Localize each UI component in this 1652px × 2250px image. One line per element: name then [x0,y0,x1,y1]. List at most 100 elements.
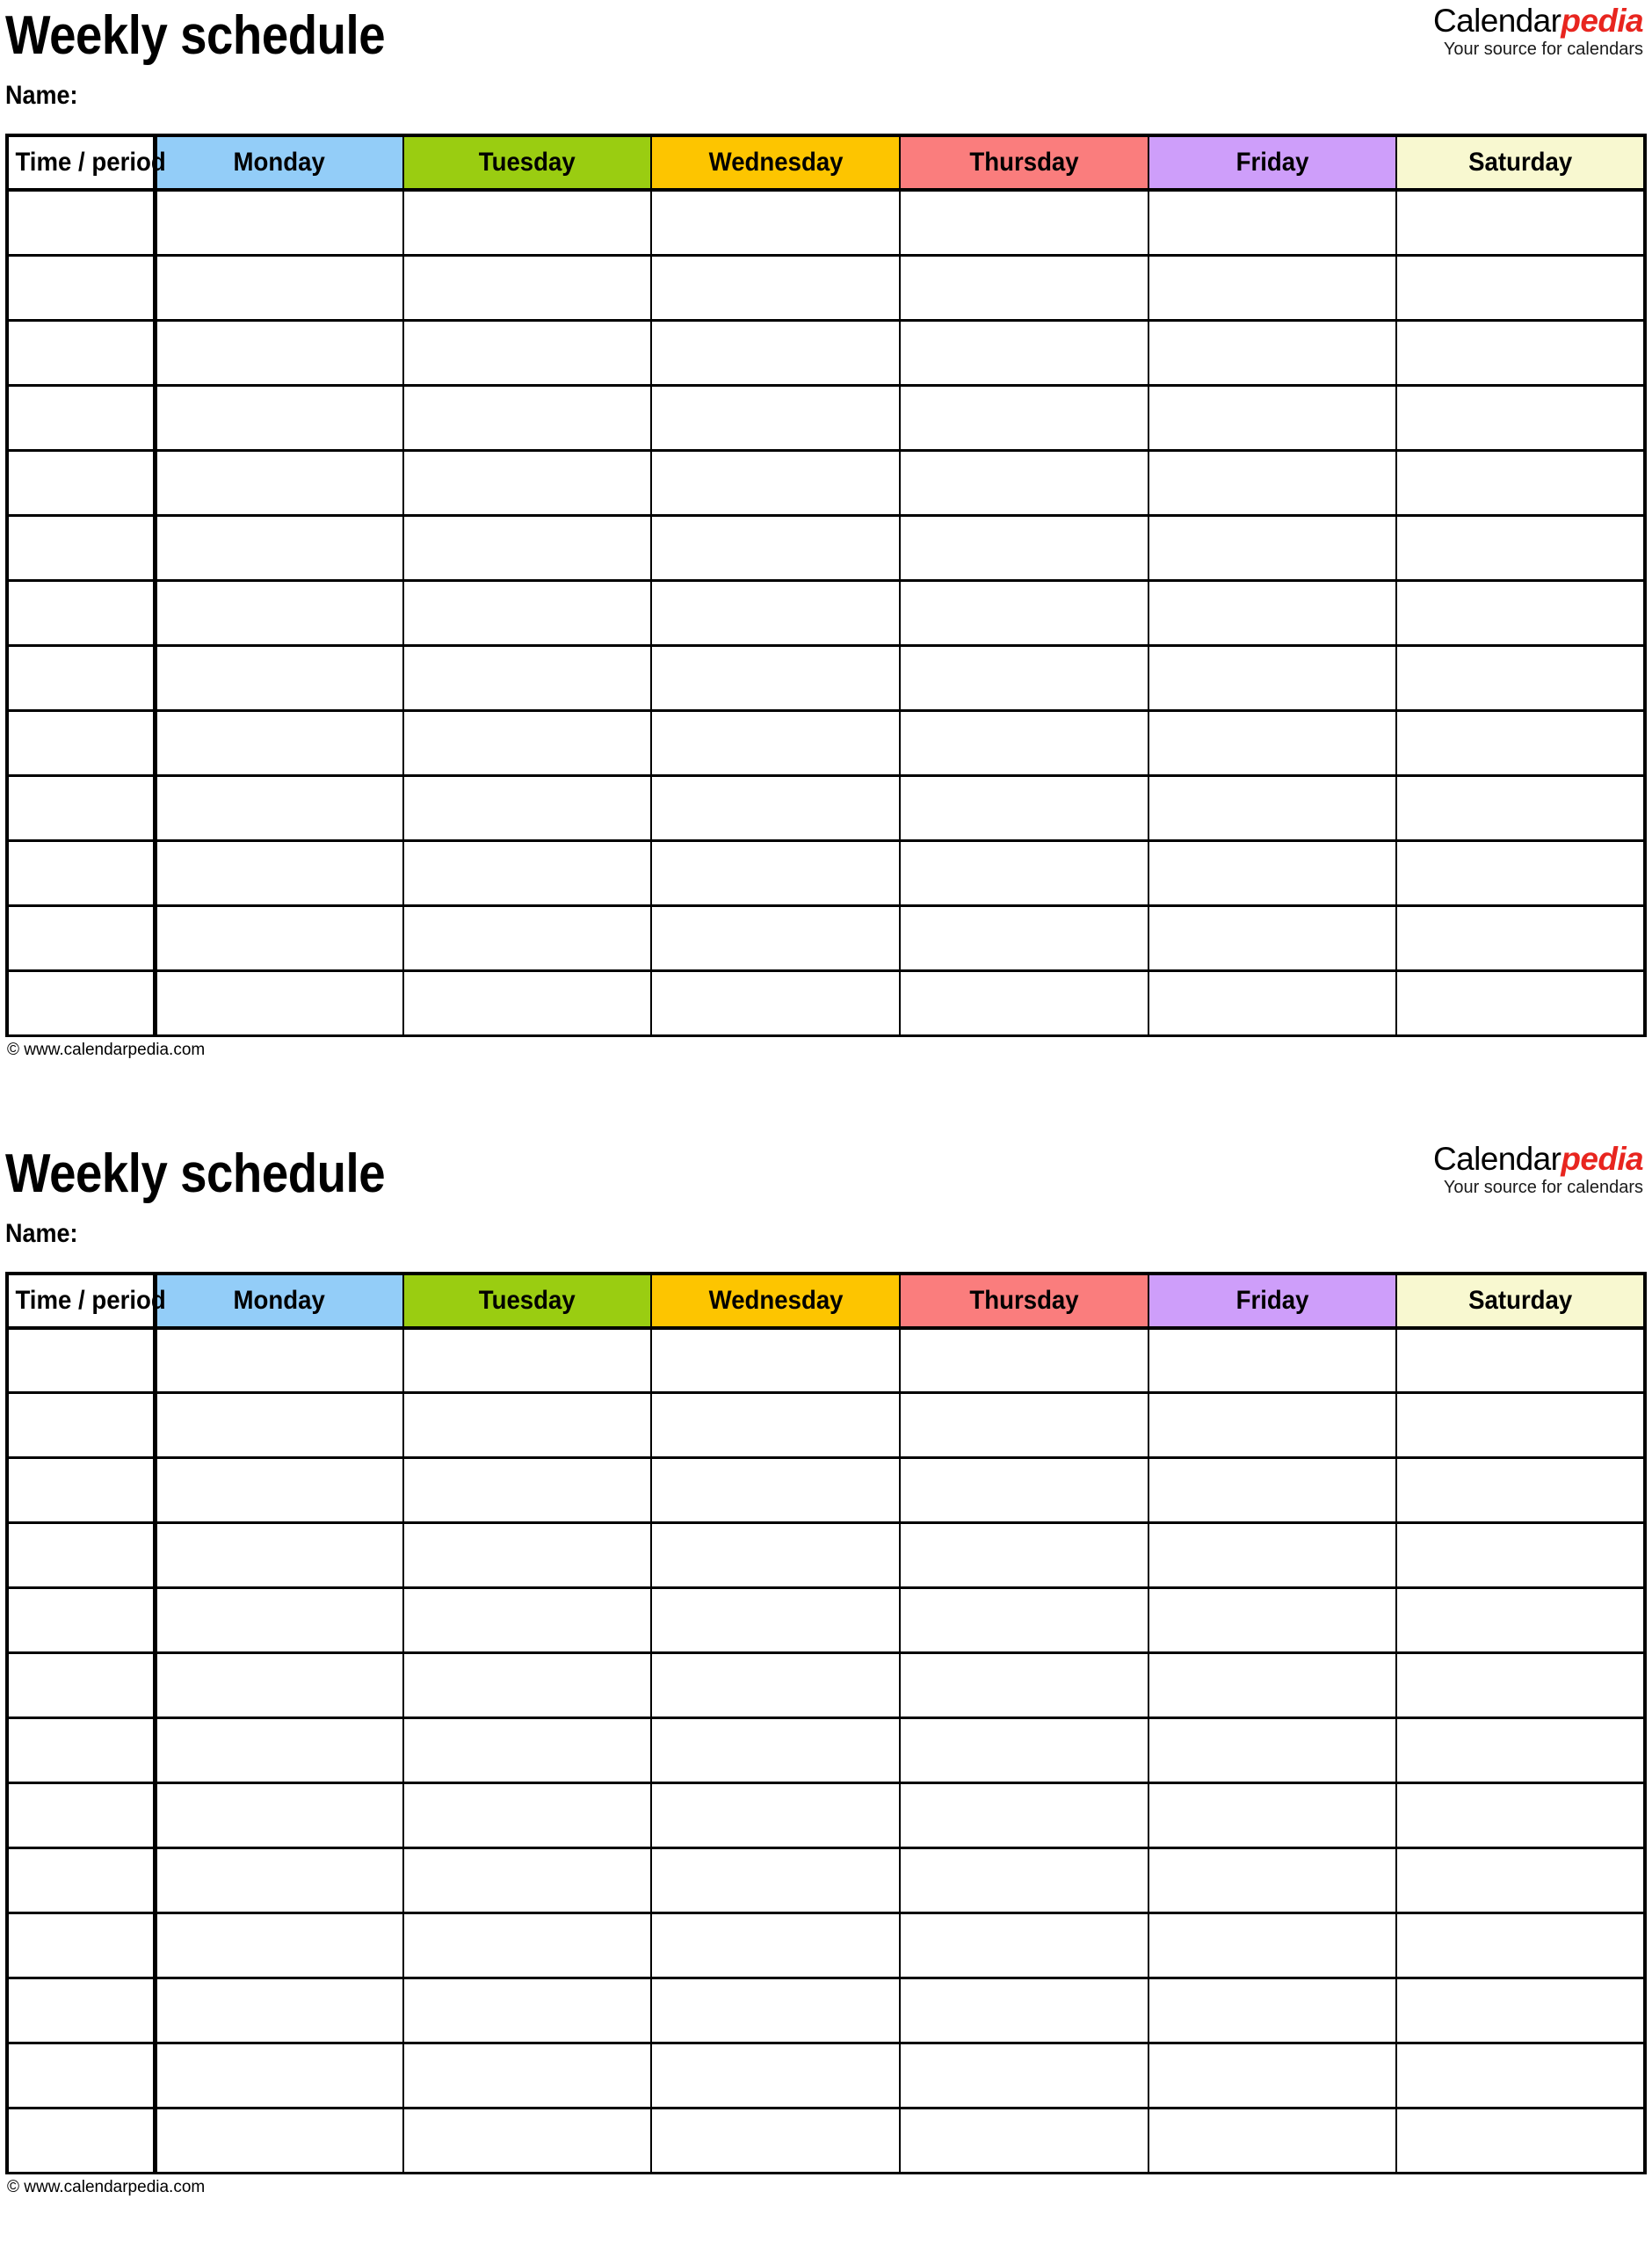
slot-cell-wednesday[interactable] [650,1586,901,1654]
slot-cell-thursday[interactable] [898,1326,1149,1394]
slot-cell-thursday[interactable] [898,1456,1149,1524]
slot-cell-wednesday[interactable] [650,708,901,777]
calendarpedia-logo-2[interactable]: Calendarpedia Your source for calendars [1433,1141,1644,1198]
slot-cell-saturday[interactable] [1395,1977,1647,2044]
slot-cell-wednesday[interactable] [650,578,901,647]
slot-cell-monday[interactable] [154,1586,404,1654]
slot-cell-friday[interactable] [1147,1977,1398,2044]
slot-cell-saturday[interactable] [1395,253,1647,322]
slot-cell-wednesday[interactable] [650,1717,901,1784]
footer-credit-2[interactable]: © www.calendarpedia.com [5,2174,1647,2198]
slot-cell-wednesday[interactable] [650,773,901,842]
slot-cell-thursday[interactable] [898,904,1149,972]
slot-cell-thursday[interactable] [898,1717,1149,1784]
slot-cell-tuesday[interactable] [402,383,653,452]
slot-cell-monday[interactable] [154,838,404,907]
slot-cell-monday[interactable] [154,773,404,842]
slot-cell-tuesday[interactable] [402,1977,653,2044]
slot-cell-monday[interactable] [154,253,404,322]
slot-cell-wednesday[interactable] [650,253,901,322]
slot-cell-friday[interactable] [1147,1847,1398,1914]
slot-cell-friday[interactable] [1147,1782,1398,1849]
slot-cell-friday[interactable] [1147,383,1398,452]
time-period-cell[interactable] [5,2107,157,2174]
slot-cell-wednesday[interactable] [650,1782,901,1849]
calendarpedia-logo[interactable]: Calendarpedia Your source for calendars [1433,4,1644,60]
slot-cell-tuesday[interactable] [402,2042,653,2109]
slot-cell-thursday[interactable] [898,2107,1149,2174]
slot-cell-monday[interactable] [154,1521,404,1589]
slot-cell-saturday[interactable] [1395,1391,1647,1459]
slot-cell-tuesday[interactable] [402,253,653,322]
slot-cell-monday[interactable] [154,383,404,452]
slot-cell-friday[interactable] [1147,773,1398,842]
slot-cell-tuesday[interactable] [402,1912,653,1979]
slot-cell-friday[interactable] [1147,643,1398,712]
slot-cell-friday[interactable] [1147,2042,1398,2109]
slot-cell-saturday[interactable] [1395,773,1647,842]
time-period-cell[interactable] [5,773,157,842]
slot-cell-thursday[interactable] [898,513,1149,582]
slot-cell-tuesday[interactable] [402,1391,653,1459]
slot-cell-tuesday[interactable] [402,318,653,387]
time-period-cell[interactable] [5,1456,157,1524]
time-period-cell[interactable] [5,318,157,387]
slot-cell-thursday[interactable] [898,773,1149,842]
slot-cell-monday[interactable] [154,969,404,1037]
slot-cell-tuesday[interactable] [402,1847,653,1914]
time-period-cell[interactable] [5,1782,157,1849]
footer-credit[interactable]: © www.calendarpedia.com [5,1037,1647,1061]
slot-cell-friday[interactable] [1147,1326,1398,1394]
slot-cell-monday[interactable] [154,1391,404,1459]
slot-cell-monday[interactable] [154,1977,404,2044]
slot-cell-monday[interactable] [154,904,404,972]
slot-cell-monday[interactable] [154,1782,404,1849]
slot-cell-tuesday[interactable] [402,773,653,842]
slot-cell-friday[interactable] [1147,513,1398,582]
slot-cell-wednesday[interactable] [650,188,901,257]
slot-cell-tuesday[interactable] [402,643,653,712]
slot-cell-saturday[interactable] [1395,2042,1647,2109]
slot-cell-thursday[interactable] [898,1391,1149,1459]
slot-cell-friday[interactable] [1147,578,1398,647]
slot-cell-wednesday[interactable] [650,1651,901,1719]
slot-cell-wednesday[interactable] [650,513,901,582]
slot-cell-tuesday[interactable] [402,708,653,777]
slot-cell-tuesday[interactable] [402,188,653,257]
slot-cell-thursday[interactable] [898,838,1149,907]
time-period-cell[interactable] [5,383,157,452]
time-period-cell[interactable] [5,838,157,907]
slot-cell-wednesday[interactable] [650,838,901,907]
slot-cell-friday[interactable] [1147,1521,1398,1589]
slot-cell-friday[interactable] [1147,838,1398,907]
slot-cell-thursday[interactable] [898,448,1149,517]
slot-cell-monday[interactable] [154,1326,404,1394]
slot-cell-saturday[interactable] [1395,2107,1647,2174]
slot-cell-monday[interactable] [154,1651,404,1719]
slot-cell-wednesday[interactable] [650,1977,901,2044]
slot-cell-thursday[interactable] [898,2042,1149,2109]
slot-cell-monday[interactable] [154,1456,404,1524]
slot-cell-saturday[interactable] [1395,188,1647,257]
time-period-cell[interactable] [5,513,157,582]
slot-cell-thursday[interactable] [898,1977,1149,2044]
slot-cell-thursday[interactable] [898,643,1149,712]
slot-cell-saturday[interactable] [1395,1586,1647,1654]
slot-cell-saturday[interactable] [1395,578,1647,647]
slot-cell-friday[interactable] [1147,253,1398,322]
slot-cell-friday[interactable] [1147,904,1398,972]
slot-cell-monday[interactable] [154,188,404,257]
slot-cell-friday[interactable] [1147,2107,1398,2174]
slot-cell-thursday[interactable] [898,253,1149,322]
slot-cell-saturday[interactable] [1395,1521,1647,1589]
time-period-cell[interactable] [5,643,157,712]
slot-cell-saturday[interactable] [1395,1782,1647,1849]
slot-cell-friday[interactable] [1147,1586,1398,1654]
slot-cell-friday[interactable] [1147,448,1398,517]
slot-cell-monday[interactable] [154,448,404,517]
slot-cell-thursday[interactable] [898,318,1149,387]
slot-cell-monday[interactable] [154,1717,404,1784]
slot-cell-thursday[interactable] [898,1912,1149,1979]
slot-cell-wednesday[interactable] [650,2107,901,2174]
slot-cell-friday[interactable] [1147,318,1398,387]
